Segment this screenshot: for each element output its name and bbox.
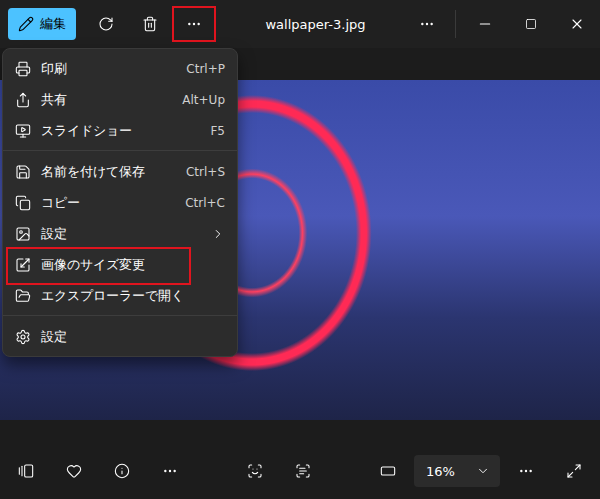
menu-item[interactable]: 画像のサイズ変更 <box>7 249 233 280</box>
divider <box>455 10 456 38</box>
menu-separator <box>3 315 237 316</box>
bottom-bar: 16% <box>0 443 600 499</box>
menu-item[interactable]: 名前を付けて保存Ctrl+S <box>7 156 233 187</box>
text-scan-button[interactable] <box>281 453 325 489</box>
fit-icon <box>380 463 396 479</box>
menu-item[interactable]: 印刷Ctrl+P <box>7 53 233 84</box>
title-bar: 編集 wallpaper-3.jpg <box>0 0 600 48</box>
menu-item[interactable]: スライドショーF5 <box>7 115 233 146</box>
text-scan-icon <box>295 463 311 479</box>
menu-item[interactable]: 設定 <box>7 218 233 249</box>
ellipsis-icon <box>186 16 202 32</box>
title-more-button[interactable] <box>405 6 449 42</box>
close-button[interactable] <box>554 6 600 42</box>
more-menu: 印刷Ctrl+P共有Alt+UpスライドショーF5 名前を付けて保存Ctrl+Sコ… <box>2 48 238 357</box>
zoom-dropdown[interactable]: 16% <box>414 455 500 487</box>
face-scan-icon <box>247 463 263 479</box>
maximize-button[interactable] <box>508 6 554 42</box>
image-settings-icon <box>15 226 31 242</box>
close-icon <box>569 16 585 32</box>
trash-icon <box>142 16 158 32</box>
filmstrip-button[interactable] <box>4 453 48 489</box>
menu-item[interactable]: 設定 <box>7 321 233 352</box>
share-icon <box>15 92 31 108</box>
people-button[interactable] <box>233 453 277 489</box>
chevron-right-icon <box>211 227 225 241</box>
zoom-more-button[interactable] <box>504 453 548 489</box>
menu-shortcut: Ctrl+C <box>185 196 225 210</box>
resize-icon <box>15 257 31 273</box>
info-button[interactable] <box>100 453 144 489</box>
ellipsis-icon <box>419 16 435 32</box>
expand-icon <box>566 463 582 479</box>
fit-button[interactable] <box>366 453 410 489</box>
menu-shortcut: F5 <box>210 124 225 138</box>
menu-item[interactable]: コピーCtrl+C <box>7 187 233 218</box>
gear-icon <box>15 329 31 345</box>
menu-shortcut: Ctrl+P <box>186 62 225 76</box>
slideshow-icon <box>15 123 31 139</box>
window-title: wallpaper-3.jpg <box>216 17 405 32</box>
rotate-icon <box>98 16 114 32</box>
printer-icon <box>15 61 31 77</box>
heart-icon <box>66 463 82 479</box>
info-icon <box>114 463 130 479</box>
photos-window: 編集 wallpaper-3.jpg 16% 印刷Ctrl+P共有Alt+Upスライド… <box>0 0 600 499</box>
more-button[interactable] <box>172 6 216 42</box>
filmstrip-icon <box>18 463 34 479</box>
menu-item[interactable]: 共有Alt+Up <box>7 84 233 115</box>
edit-button[interactable]: 編集 <box>8 8 76 40</box>
menu-item[interactable]: エクスプローラーで開く <box>7 280 233 311</box>
minimize-button[interactable] <box>462 6 508 42</box>
ellipsis-icon <box>518 463 534 479</box>
bottom-more-button[interactable] <box>148 453 192 489</box>
pencil-icon <box>18 16 34 32</box>
ellipsis-icon <box>162 463 178 479</box>
maximize-icon <box>525 18 537 30</box>
rotate-button[interactable] <box>84 6 128 42</box>
minimize-icon <box>477 16 493 32</box>
copy-icon <box>15 195 31 211</box>
fullscreen-button[interactable] <box>552 453 596 489</box>
folder-icon <box>15 288 31 304</box>
menu-shortcut: Ctrl+S <box>186 165 225 179</box>
menu-shortcut: Alt+Up <box>182 93 225 107</box>
delete-button[interactable] <box>128 6 172 42</box>
save-icon <box>15 164 31 180</box>
chevron-down-icon <box>476 464 490 478</box>
favorite-button[interactable] <box>52 453 96 489</box>
menu-separator <box>3 150 237 151</box>
